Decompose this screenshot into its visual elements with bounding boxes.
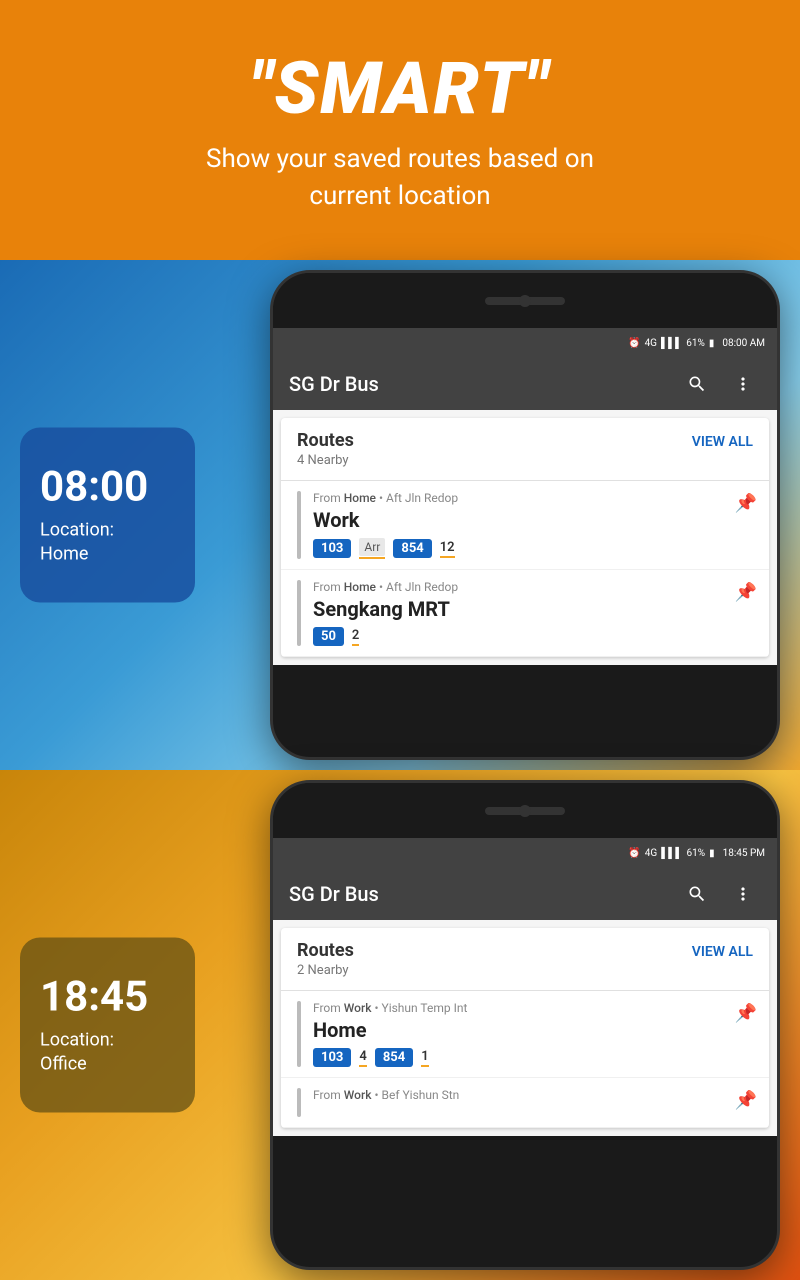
bottom-signal-icon: 4G — [645, 848, 657, 859]
phone-top-bar — [273, 273, 777, 328]
route-dest-2: Sengkang MRT — [313, 597, 753, 621]
bottom-phone-camera — [519, 805, 531, 817]
bottom-status-time: 18:45 PM — [723, 848, 765, 859]
bottom-phone-top-bar — [273, 783, 777, 838]
route-details-2: From Home • Aft Jln Redop Sengkang MRT 5… — [313, 580, 753, 646]
bottom-status-bar: ⏰ 4G ▌▌▌ 61% ▮ 18:45 PM — [273, 838, 777, 868]
bottom-route-details-1: From Work • Yishun Temp Int Home 103 4 8… — [313, 1001, 753, 1067]
bottom-route-from-2: From Work • Bef Yishun Stn — [313, 1088, 753, 1102]
bottom-battery-percent: 61% — [686, 848, 705, 859]
top-app-bar: SG Dr Bus — [273, 358, 777, 410]
bus-time-2: 2 — [352, 628, 359, 646]
bottom-phone-section: 18:45 Location: Office ⏰ 4G ▌▌▌ 61% ▮ 18… — [0, 770, 800, 1280]
top-view-all-button[interactable]: VIEW ALL — [692, 430, 753, 450]
top-phone-section: 08:00 Location: Home ⏰ 4G ▌▌▌ 61% ▮ 08:0… — [0, 260, 800, 770]
top-routes-subtitle: 4 Nearby — [297, 453, 354, 468]
top-route-item-2[interactable]: From Home • Aft Jln Redop Sengkang MRT 5… — [281, 570, 769, 657]
bottom-time: 18:45 — [40, 975, 175, 1021]
bottom-bus-time-1: 1 — [421, 1049, 428, 1067]
bottom-route-item-1[interactable]: From Work • Yishun Temp Int Home 103 4 8… — [281, 991, 769, 1078]
top-time: 08:00 — [40, 465, 175, 511]
top-app-title: SG Dr Bus — [289, 372, 669, 396]
signal-icon: 4G — [645, 338, 657, 349]
bottom-route-from-1: From Work • Yishun Temp Int — [313, 1001, 753, 1015]
route-from-2: From Home • Aft Jln Redop — [313, 580, 753, 594]
route-details-1: From Home • Aft Jln Redop Work 103 Arr 8… — [313, 491, 753, 559]
bus-time-arr: Arr — [359, 538, 385, 559]
bottom-app-bar: SG Dr Bus — [273, 868, 777, 920]
bus-badge-103: 103 — [313, 539, 351, 558]
route-buses-1: 103 Arr 854 12 — [313, 538, 753, 559]
top-info-card: 08:00 Location: Home — [20, 428, 195, 603]
bottom-route-left-bar-2 — [297, 1088, 301, 1117]
status-icons: ⏰ — [628, 338, 640, 349]
bottom-app-title: SG Dr Bus — [289, 882, 669, 906]
bottom-route-left-bar-1 — [297, 1001, 301, 1067]
pin-icon-1: 📌 — [735, 493, 757, 514]
bus-badge-50: 50 — [313, 627, 344, 646]
bottom-bus-badge-103: 103 — [313, 1048, 351, 1067]
bottom-routes-title-group: Routes 2 Nearby — [297, 940, 354, 978]
bottom-location: Location: Office — [40, 1029, 175, 1076]
bottom-phone-content: Routes 2 Nearby VIEW ALL From Work • Yis… — [273, 920, 777, 1136]
bars-icon: ▌▌▌ — [661, 338, 682, 349]
pin-icon-2: 📌 — [735, 582, 757, 603]
battery-percent: 61% — [686, 338, 705, 349]
battery-icon: ▮ — [709, 338, 715, 349]
bottom-info-card: 18:45 Location: Office — [20, 938, 195, 1113]
bottom-bus-badge-854: 854 — [375, 1048, 413, 1067]
top-routes-title-group: Routes 4 Nearby — [297, 430, 354, 468]
header-section: "SMART" Show your saved routes based onc… — [0, 0, 800, 260]
top-route-item-1[interactable]: From Home • Aft Jln Redop Work 103 Arr 8… — [281, 481, 769, 570]
top-location: Location: Home — [40, 519, 175, 566]
bus-time-12: 12 — [440, 540, 455, 558]
bottom-pin-icon-1: 📌 — [735, 1003, 757, 1024]
bottom-search-button[interactable] — [679, 876, 715, 912]
bottom-route-dest-1: Home — [313, 1018, 753, 1042]
top-routes-header: Routes 4 Nearby VIEW ALL — [281, 418, 769, 481]
top-routes-title: Routes — [297, 430, 354, 451]
bottom-battery-icon: ▮ — [709, 848, 715, 859]
bottom-view-all-button[interactable]: VIEW ALL — [692, 940, 753, 960]
phone-camera — [519, 295, 531, 307]
bottom-bus-time-4: 4 — [359, 1049, 366, 1067]
bottom-routes-subtitle: 2 Nearby — [297, 963, 354, 978]
route-from-1: From Home • Aft Jln Redop — [313, 491, 753, 505]
bottom-pin-icon-2: 📌 — [735, 1090, 757, 1111]
bottom-more-options-button[interactable] — [725, 876, 761, 912]
top-routes-card: Routes 4 Nearby VIEW ALL From Home • Aft… — [281, 418, 769, 657]
bottom-route-item-2[interactable]: From Work • Bef Yishun Stn 📌 — [281, 1078, 769, 1128]
top-phone-content: Routes 4 Nearby VIEW ALL From Home • Aft… — [273, 410, 777, 665]
route-left-bar-2 — [297, 580, 301, 646]
bottom-routes-title: Routes — [297, 940, 354, 961]
header-title: "SMART" — [250, 46, 549, 131]
route-dest-1: Work — [313, 508, 753, 532]
bottom-route-buses-1: 103 4 854 1 — [313, 1048, 753, 1067]
bottom-routes-header: Routes 2 Nearby VIEW ALL — [281, 928, 769, 991]
bottom-route-details-2: From Work • Bef Yishun Stn — [313, 1088, 753, 1117]
bus-badge-854: 854 — [393, 539, 431, 558]
route-buses-2: 50 2 — [313, 627, 753, 646]
top-status-bar: ⏰ 4G ▌▌▌ 61% ▮ 08:00 AM — [273, 328, 777, 358]
bottom-status-icons: ⏰ — [628, 848, 640, 859]
route-left-bar — [297, 491, 301, 559]
bottom-bars-icon: ▌▌▌ — [661, 848, 682, 859]
top-phone-mockup: ⏰ 4G ▌▌▌ 61% ▮ 08:00 AM SG Dr Bus Routes — [270, 270, 780, 760]
top-status-time: 08:00 AM — [722, 338, 765, 349]
bottom-phone-mockup: ⏰ 4G ▌▌▌ 61% ▮ 18:45 PM SG Dr Bus Routes — [270, 780, 780, 1270]
header-subtitle: Show your saved routes based oncurrent l… — [206, 141, 594, 214]
more-options-button[interactable] — [725, 366, 761, 402]
bottom-routes-card: Routes 2 Nearby VIEW ALL From Work • Yis… — [281, 928, 769, 1128]
search-button[interactable] — [679, 366, 715, 402]
